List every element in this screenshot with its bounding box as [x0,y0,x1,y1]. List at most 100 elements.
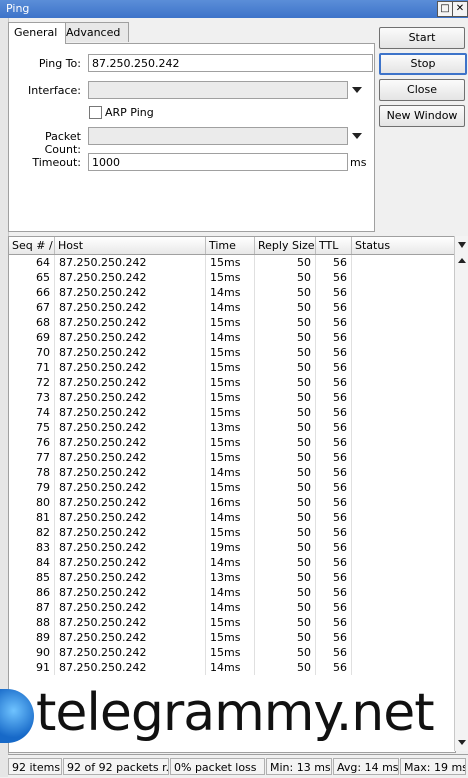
cell-ttl: 56 [316,645,352,660]
table-row[interactable]: 64 87.250.250.242 15ms 50 56 [9,255,455,270]
cell-status [352,315,455,330]
packet-count-dropdown-icon[interactable] [352,133,362,139]
cell-host: 87.250.250.242 [55,600,206,615]
cell-status [352,480,455,495]
table-row[interactable]: 72 87.250.250.242 15ms 50 56 [9,375,455,390]
cell-reply-size: 50 [255,330,316,345]
cell-status [352,570,455,585]
cell-reply-size: 50 [255,375,316,390]
cell-reply-size: 50 [255,540,316,555]
table-row[interactable]: 66 87.250.250.242 14ms 50 56 [9,285,455,300]
table-scrollbar[interactable] [454,236,468,751]
table-row[interactable]: 69 87.250.250.242 14ms 50 56 [9,330,455,345]
table-row[interactable]: 65 87.250.250.242 15ms 50 56 [9,270,455,285]
column-menu-icon[interactable] [458,242,466,248]
cell-status [352,450,455,465]
cell-status [352,495,455,510]
interface-dropdown-icon[interactable] [352,87,362,93]
interface-select[interactable] [88,81,348,99]
table-row[interactable]: 83 87.250.250.242 19ms 50 56 [9,540,455,555]
close-window-button[interactable]: ✕ [452,1,468,17]
table-row[interactable]: 70 87.250.250.242 15ms 50 56 [9,345,455,360]
cell-seq: 70 [9,345,55,360]
cell-ttl: 56 [316,510,352,525]
packet-count-input[interactable] [88,127,348,145]
table-row[interactable]: 90 87.250.250.242 15ms 50 56 [9,645,455,660]
close-button[interactable]: Close [379,79,465,101]
table-row[interactable]: 89 87.250.250.242 15ms 50 56 [9,630,455,645]
table-row[interactable]: 82 87.250.250.242 15ms 50 56 [9,525,455,540]
table-row[interactable]: 81 87.250.250.242 14ms 50 56 [9,510,455,525]
table-row[interactable]: 75 87.250.250.242 13ms 50 56 [9,420,455,435]
start-button[interactable]: Start [379,27,465,49]
cell-seq: 77 [9,450,55,465]
status-bar: 92 items 92 of 92 packets r... 0% packet… [8,754,468,778]
scroll-up-icon[interactable] [458,258,466,263]
cell-status [352,435,455,450]
table-row[interactable]: 87 87.250.250.242 14ms 50 56 [9,600,455,615]
cell-ttl: 56 [316,285,352,300]
table-row[interactable]: 88 87.250.250.242 15ms 50 56 [9,615,455,630]
cell-status [352,330,455,345]
column-header-time[interactable]: Time [206,237,255,254]
cell-ttl: 56 [316,540,352,555]
cell-status [352,585,455,600]
cell-time: 14ms [206,600,255,615]
table-row[interactable]: 80 87.250.250.242 16ms 50 56 [9,495,455,510]
cell-host: 87.250.250.242 [55,570,206,585]
table-row[interactable]: 85 87.250.250.242 13ms 50 56 [9,570,455,585]
maximize-button[interactable]: □ [437,1,453,17]
new-window-button[interactable]: New Window [379,105,465,127]
cell-reply-size: 50 [255,435,316,450]
cell-status [352,255,455,270]
cell-seq: 65 [9,270,55,285]
ping-to-input[interactable]: 87.250.250.242 [88,54,373,72]
cell-ttl: 56 [316,255,352,270]
table-row[interactable]: 78 87.250.250.242 14ms 50 56 [9,465,455,480]
cell-ttl: 56 [316,330,352,345]
column-header-reply-size[interactable]: Reply Size [255,237,316,254]
tab-general[interactable]: General [8,22,66,44]
table-row[interactable]: 84 87.250.250.242 14ms 50 56 [9,555,455,570]
cell-time: 15ms [206,345,255,360]
cell-seq: 81 [9,510,55,525]
cell-ttl: 56 [316,420,352,435]
cell-seq: 67 [9,300,55,315]
table-row[interactable]: 73 87.250.250.242 15ms 50 56 [9,390,455,405]
arp-ping-checkbox[interactable] [89,106,102,119]
table-row[interactable]: 86 87.250.250.242 14ms 50 56 [9,585,455,600]
table-row[interactable]: 79 87.250.250.242 15ms 50 56 [9,480,455,495]
cell-host: 87.250.250.242 [55,405,206,420]
column-header-status[interactable]: Status [352,237,455,254]
tab-advanced[interactable]: Advanced [60,22,129,42]
cell-seq: 80 [9,495,55,510]
table-row[interactable]: 77 87.250.250.242 15ms 50 56 [9,450,455,465]
cell-ttl: 56 [316,270,352,285]
table-row[interactable]: 76 87.250.250.242 15ms 50 56 [9,435,455,450]
cell-status [352,285,455,300]
cell-host: 87.250.250.242 [55,435,206,450]
cell-host: 87.250.250.242 [55,420,206,435]
cell-seq: 69 [9,330,55,345]
column-header-host[interactable]: Host [55,237,206,254]
watermark: telegrammy.net [0,683,468,753]
ping-to-label: Ping To: [38,57,81,70]
cell-reply-size: 50 [255,360,316,375]
cell-ttl: 56 [316,390,352,405]
table-row[interactable]: 67 87.250.250.242 14ms 50 56 [9,300,455,315]
table-row[interactable]: 74 87.250.250.242 15ms 50 56 [9,405,455,420]
table-row[interactable]: 71 87.250.250.242 15ms 50 56 [9,360,455,375]
table-row[interactable]: 91 87.250.250.242 14ms 50 56 [9,660,455,675]
timeout-input[interactable]: 1000 [88,153,348,171]
cell-ttl: 56 [316,480,352,495]
cell-status [352,270,455,285]
column-header-seq[interactable]: Seq # / [9,237,55,254]
stop-button[interactable]: Stop [379,53,467,75]
cell-ttl: 56 [316,375,352,390]
cell-ttl: 56 [316,450,352,465]
column-header-ttl[interactable]: TTL [316,237,352,254]
cell-reply-size: 50 [255,570,316,585]
cell-host: 87.250.250.242 [55,285,206,300]
table-row[interactable]: 68 87.250.250.242 15ms 50 56 [9,315,455,330]
cell-host: 87.250.250.242 [55,465,206,480]
